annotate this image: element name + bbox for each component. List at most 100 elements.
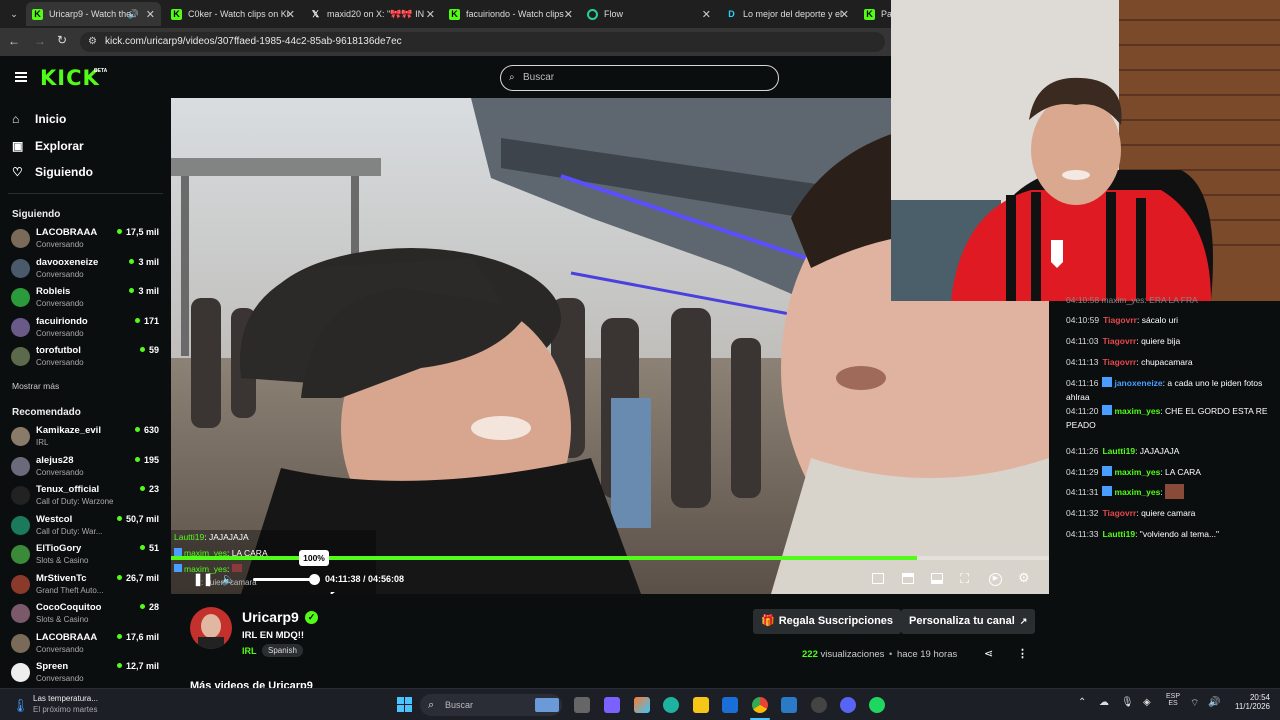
microphone-icon[interactable]: 🎙 — [1121, 697, 1134, 708]
browser-tab-7[interactable]: K Par — [858, 2, 891, 26]
sidebar-channel[interactable]: torofutbol Conversando 59 — [11, 343, 161, 371]
browser-tab-1[interactable]: K Uricarp9 - Watch the 🔊 ✕ — [26, 2, 161, 26]
chat-username[interactable]: Lautti19 — [1102, 529, 1135, 539]
sidebar-channel[interactable]: LACOBRAAA Conversando 17,6 mil — [11, 630, 161, 658]
chat-username[interactable]: maxim_yes — [1114, 406, 1160, 416]
close-tab-icon[interactable]: ✕ — [564, 8, 573, 21]
chat-username[interactable]: janoxeneize — [1114, 378, 1162, 388]
browser-tab-6[interactable]: D Lo mejor del deporte y el ✕ — [720, 2, 855, 26]
share-icon[interactable]: ⋖ — [984, 647, 993, 660]
nav-item-inicio[interactable]: ⌂ Inicio — [12, 112, 66, 126]
autoplay-icon[interactable]: ▶ — [989, 573, 1002, 586]
volume-tooltip: 100% — [299, 550, 329, 566]
sidebar-channel[interactable]: facuiriondo Conversando 171 — [11, 314, 161, 342]
sidebar-channel[interactable]: alejus28 Conversando 195 — [11, 453, 161, 481]
copilot-icon[interactable] — [634, 697, 650, 713]
forward-arrow-icon[interactable]: → — [34, 34, 46, 48]
close-tab-icon[interactable]: ✕ — [146, 8, 155, 21]
settings-gear-icon[interactable]: ⚙ — [1018, 570, 1030, 586]
store-icon[interactable] — [722, 697, 738, 713]
volume-tray-icon[interactable]: 🔊 — [1208, 697, 1220, 708]
task-view-icon[interactable] — [574, 697, 590, 713]
tab-list-chevron-icon[interactable]: ⌄ — [6, 6, 22, 22]
kick-logo[interactable]: KICK — [40, 66, 100, 90]
search-input[interactable]: ⌕ Buscar — [500, 65, 779, 91]
chat-timestamp: 04:10:59 — [1066, 315, 1100, 325]
language-indicator[interactable]: ESP ES — [1166, 693, 1180, 707]
customize-channel-button[interactable]: Personaliza tu canal ↗ — [901, 609, 1036, 634]
sidebar-channel[interactable]: LACOBRAAA Conversando 17,5 mil — [11, 225, 161, 253]
hamburger-menu-icon[interactable] — [15, 72, 27, 82]
theater-mode-icon[interactable] — [931, 573, 943, 584]
chat-username[interactable]: maxim_yes — [1114, 467, 1160, 477]
chat-username[interactable]: maxim_yes — [1114, 487, 1160, 497]
browser-tab-2[interactable]: K C0ker - Watch clips on Ki ✕ — [165, 2, 301, 26]
more-options-icon[interactable]: ⋮ — [1017, 647, 1028, 660]
pip-icon[interactable] — [902, 573, 914, 584]
channel-name[interactable]: Uricarp9 — [242, 609, 299, 625]
app-icon[interactable] — [811, 697, 827, 713]
edge-icon[interactable] — [663, 697, 679, 713]
volume-slider[interactable] — [253, 574, 320, 585]
chat-username[interactable]: Lautti19 — [1102, 446, 1135, 456]
close-tab-icon[interactable]: ✕ — [286, 8, 295, 21]
nav-item-siguiendo[interactable]: ♡ Siguiendo — [12, 165, 93, 179]
sidebar-channel[interactable]: Spreen Conversando 12,7 mil — [11, 659, 161, 687]
sidebar-channel[interactable]: Westcol Call of Duty: War... 50,7 mil — [11, 512, 161, 540]
chat-text: LA CARA — [1165, 467, 1201, 477]
site-settings-icon[interactable]: ⚙ — [88, 32, 97, 52]
sidebar-channel[interactable]: Tenux_official Call of Duty: Warzone 23 — [11, 482, 161, 510]
channel-avatar[interactable] — [190, 607, 232, 649]
browser-tab-4[interactable]: K facuiriondo - Watch clips ✕ — [443, 2, 579, 26]
channel-name: davooxeneize — [36, 256, 99, 268]
wifi-icon[interactable]: ⌔ — [1190, 697, 1199, 710]
tray-app-icon[interactable]: ◈ — [1143, 697, 1151, 708]
close-tab-icon[interactable]: ✕ — [840, 8, 849, 21]
chat-username[interactable]: Tiagovrr — [1102, 357, 1136, 367]
back-arrow-icon[interactable]: ← — [8, 34, 20, 48]
recommended-section-title: Recomendado — [12, 407, 81, 418]
nav-item-explorar[interactable]: ▣ Explorar — [12, 139, 84, 153]
sidebar-channel[interactable]: davooxeneize Conversando 3 mil — [11, 255, 161, 283]
sidebar-channel[interactable]: MrStivenTc Grand Theft Auto... 26,7 mil — [11, 571, 161, 599]
language-tag[interactable]: Spanish — [262, 644, 303, 657]
browser-tab-3[interactable]: 𝕏 maxid20 on X: "🎀🎀 IN ✕ — [304, 2, 441, 26]
discord-icon[interactable] — [840, 697, 856, 713]
show-hidden-icons[interactable]: ⌃ — [1078, 697, 1086, 708]
clock[interactable]: 20:54 11/1/2026 — [1226, 693, 1270, 711]
sidebar-channel[interactable]: CocoCoquitoo Slots & Casino 28 — [11, 600, 161, 628]
speaker-icon[interactable]: 🔊 — [128, 9, 139, 20]
chrome-icon[interactable] — [752, 697, 768, 713]
volume-slider-handle[interactable] — [309, 574, 320, 585]
url-field[interactable]: ⚙ kick.com/uricarp9/videos/307ffaed-1985… — [80, 32, 885, 52]
chat-username[interactable]: Tiagovrr — [1102, 336, 1136, 346]
sidebar-channel[interactable]: Kamikaze_evil IRL 630 — [11, 423, 161, 451]
onedrive-icon[interactable]: ☁ — [1099, 697, 1109, 708]
file-explorer-icon[interactable] — [693, 697, 709, 713]
gift-subscriptions-button[interactable]: 🎁 Regala Suscripciones — [753, 609, 902, 634]
windows-start-icon[interactable] — [397, 697, 412, 712]
channel-name: ElTioGory — [36, 543, 82, 554]
teams-icon[interactable] — [604, 697, 620, 713]
sidebar-channel[interactable]: ElTioGory Slots & Casino 51 — [11, 541, 161, 569]
taskbar-search[interactable]: ⌕ Buscar — [420, 694, 562, 716]
chat-username[interactable]: Tiagovrr — [1102, 508, 1136, 518]
miniplayer-icon[interactable] — [872, 573, 884, 584]
chat-username[interactable]: Tiagovrr — [1103, 315, 1137, 325]
spotify-icon[interactable] — [869, 697, 885, 713]
pause-button[interactable]: ❚❚ — [193, 572, 213, 586]
close-tab-icon[interactable]: ✕ — [702, 8, 711, 21]
chat-message: 04:11:16 janoxeneize: a cada uno le piden… — [1066, 377, 1263, 402]
weather-icon[interactable]: 🌡 — [12, 698, 29, 714]
close-tab-icon[interactable]: ✕ — [426, 8, 435, 21]
weather-title[interactable]: Las temperatura... — [33, 694, 98, 703]
volume-icon[interactable]: 🔈 — [221, 572, 236, 586]
browser-tab-5[interactable]: Flow ✕ — [581, 2, 717, 26]
category-link[interactable]: IRL — [242, 646, 257, 656]
fullscreen-icon[interactable]: ⛶ — [960, 571, 969, 587]
tab-title: facuiriondo - Watch clips — [466, 9, 564, 19]
show-more-link[interactable]: Mostrar más — [12, 381, 59, 391]
reload-icon[interactable]: ↻ — [57, 33, 67, 47]
mail-icon[interactable] — [781, 697, 797, 713]
sidebar-channel[interactable]: Robleis Conversando 3 mil — [11, 284, 161, 312]
